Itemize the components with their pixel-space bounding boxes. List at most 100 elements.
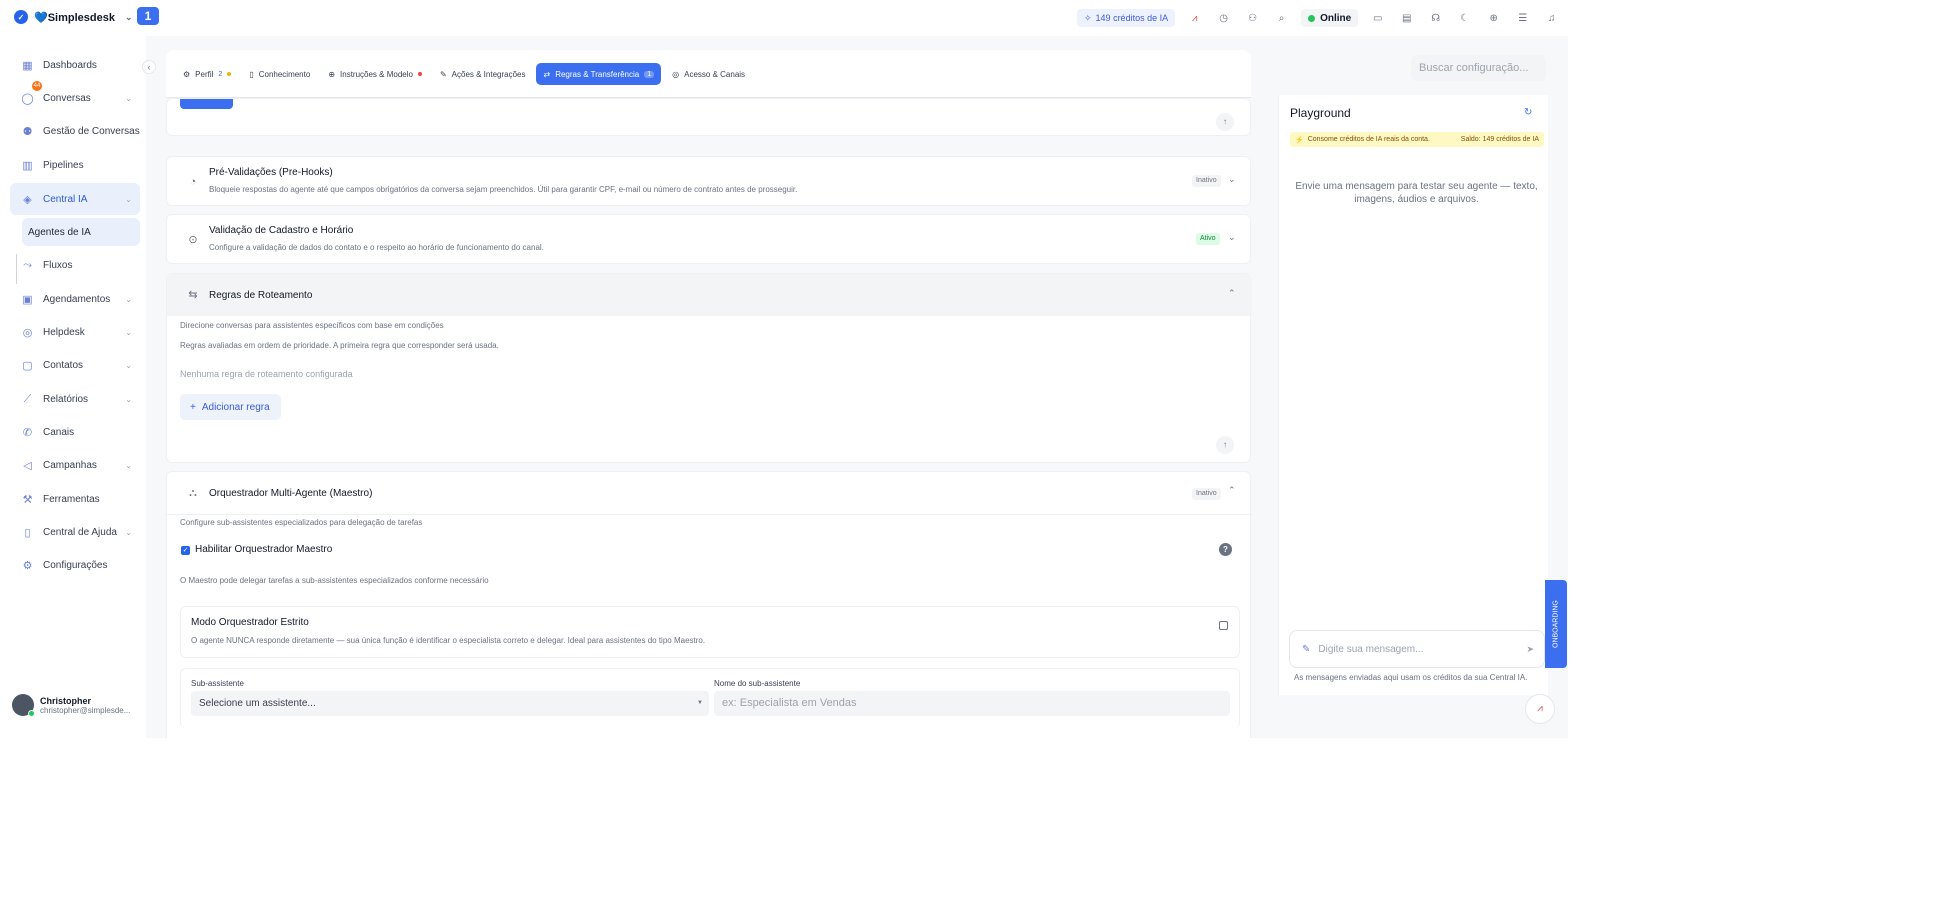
playground-footer: As mensagens enviadas aqui usam os crédi… xyxy=(1294,673,1528,682)
sidebar-item-agentes-ia[interactable]: Agentes de IA xyxy=(22,218,140,246)
chevron-down-icon[interactable]: ⌄ xyxy=(1228,232,1236,243)
moon-icon[interactable]: ☾ xyxy=(1455,9,1474,27)
onboarding-side-tab[interactable]: ONBOARDING xyxy=(1545,580,1567,668)
scroll-top-icon[interactable]: ↑ xyxy=(1216,436,1234,454)
team-icon[interactable]: ⚇ xyxy=(1243,9,1262,27)
chat-icon: ◯ xyxy=(21,92,34,105)
sidebar-item-dashboards[interactable]: ▦ Dashboards xyxy=(10,51,140,79)
tasks-icon[interactable]: ☰ xyxy=(1513,9,1532,27)
section-description: Configure a validação de dados do contat… xyxy=(209,243,544,252)
scroll-top-icon[interactable]: ↑ xyxy=(1216,113,1234,131)
sidebar-item-configuracoes[interactable]: ⚙ Configurações xyxy=(10,551,140,579)
settings-content: ↑ ◔ Pré-Validações (Pre-Hooks) Bloqueie … xyxy=(166,98,1252,738)
wrench-icon: ✎ xyxy=(439,69,447,79)
routing-description: Direcione conversas para assistentes esp… xyxy=(180,321,444,330)
section-title: Orquestrador Multi-Agente (Maestro) xyxy=(209,488,373,499)
headset-icon[interactable]: ☊ xyxy=(1426,9,1445,27)
sidebar-item-ferramentas[interactable]: ⚒ Ferramentas xyxy=(10,485,140,513)
sidebar-item-conversas[interactable]: ◯ 44 Conversas ⌄ xyxy=(10,81,140,112)
routing-header[interactable]: ⇆ Regras de Roteamento ⌃ xyxy=(167,274,1252,316)
user-profile[interactable]: Christopher christopher@simplesde... xyxy=(12,694,130,717)
globe-icon[interactable]: ⊕ xyxy=(1484,9,1503,27)
chevron-up-icon[interactable]: ⌃ xyxy=(1228,288,1236,299)
sub-assistant-select[interactable]: Selecione um assistente... ▼ xyxy=(191,691,709,716)
chevron-up-icon[interactable]: ⌃ xyxy=(1228,485,1236,496)
add-rule-label: Adicionar regra xyxy=(201,401,270,413)
plus-icon: + xyxy=(190,401,196,413)
search-config-input[interactable]: Buscar configuração... xyxy=(1411,55,1546,81)
tab-acesso-canais[interactable]: ◎ Acesso & Canais xyxy=(665,63,752,85)
add-rule-button[interactable]: + Adicionar regra xyxy=(180,394,281,420)
calendar-icon: ▣ xyxy=(22,293,33,306)
sidebar: ▦ Dashboards ◯ 44 Conversas ⌄ ⚉ Gestão de Con… xyxy=(0,36,146,738)
stats-fab-icon[interactable]: ⩘ xyxy=(1525,694,1555,724)
tab-regras-transferencia[interactable]: ⇄ Regras & Transferência 1 xyxy=(536,63,662,85)
stats-icon[interactable]: ⩘ xyxy=(1185,9,1204,27)
playground-message-input[interactable]: ✎ Digite sua mensagem... ➤ xyxy=(1289,630,1545,668)
refresh-icon[interactable]: ↻ xyxy=(1524,107,1532,118)
sidebar-item-gestao-conversas[interactable]: ⚉ Gestão de Conversas xyxy=(10,117,140,145)
sidebar-item-agendamentos[interactable]: ▣ Agendamentos ⌄ xyxy=(10,285,140,313)
search-icon[interactable]: ⌕ xyxy=(1272,9,1291,27)
brand-name: 💙Simplesdesk xyxy=(34,11,115,24)
sub-assistant-value: Selecione um assistente... xyxy=(199,698,316,709)
message-icon[interactable]: ▭ xyxy=(1368,9,1387,27)
sidebar-item-relatorios[interactable]: ⟋ Relatórios ⌄ xyxy=(10,385,140,413)
sidebar-item-campanhas[interactable]: ◁ Campanhas ⌄ xyxy=(10,451,140,479)
sidebar-item-label: Central de Ajuda xyxy=(43,526,117,538)
lock-icon: ◎ xyxy=(672,69,680,79)
sidebar-item-central-ia[interactable]: ◈ Central IA ⌄ xyxy=(10,183,140,215)
send-icon[interactable]: ➤ xyxy=(1526,644,1534,655)
sidebar-item-pipelines[interactable]: ▥ Pipelines xyxy=(10,151,140,179)
strict-mode-checkbox[interactable] xyxy=(1219,621,1228,630)
alert-dot-icon xyxy=(417,72,422,76)
phone-icon: ✆ xyxy=(22,426,33,439)
collapse-sidebar-icon[interactable]: ‹ xyxy=(142,60,156,74)
sidebar-item-label: Agendamentos xyxy=(43,293,111,305)
tab-instrucoes[interactable]: ⊕ Instruções & Modelo xyxy=(321,63,429,85)
sidebar-item-label: Fluxos xyxy=(43,259,73,271)
ai-credits-pill[interactable]: ✧ 149 créditos de IA xyxy=(1077,9,1176,27)
gear-icon: ⚙ xyxy=(183,69,191,79)
ai-icon: ◈ xyxy=(23,193,32,206)
status-toggle[interactable]: Online xyxy=(1301,9,1359,27)
sidebar-item-label: Contatos xyxy=(43,359,84,371)
help-icon[interactable]: ? xyxy=(1219,543,1232,556)
bell-icon[interactable]: ♫ xyxy=(1542,9,1561,27)
tools-icon: ⚒ xyxy=(22,493,33,506)
chevron-down-icon: ⌄ xyxy=(125,527,132,537)
section-title: Regras de Roteamento xyxy=(209,290,313,301)
validation-section[interactable]: ⊙ Validação de Cadastro e Horário Config… xyxy=(166,214,1251,264)
update-button[interactable] xyxy=(180,99,233,109)
tab-label: Perfil xyxy=(195,69,214,79)
chevron-down-icon: ⌄ xyxy=(125,294,132,304)
clock-icon[interactable]: ◷ xyxy=(1214,9,1233,27)
tab-perfil[interactable]: ⚙ Perfil 2 xyxy=(176,63,238,85)
chevron-down-icon[interactable]: ⌄ xyxy=(1228,174,1236,185)
sidebar-item-canais[interactable]: ✆ Canais xyxy=(10,418,140,446)
workspace-switcher[interactable]: ✓ 💙Simplesdesk ⌄ xyxy=(14,10,133,24)
unread-badge: 44 xyxy=(32,81,42,91)
maestro-section: ⛬ Orquestrador Multi-Agente (Maestro) In… xyxy=(166,471,1252,738)
section-title: Validação de Cadastro e Horário xyxy=(209,225,354,236)
sidebar-item-helpdesk[interactable]: ◎ Helpdesk ⌄ xyxy=(10,318,140,346)
tab-acoes[interactable]: ✎ Ações & Integrações xyxy=(433,63,533,85)
sidebar-item-central-ajuda[interactable]: ▯ Central de Ajuda ⌄ xyxy=(10,518,140,546)
prehooks-section[interactable]: ◔ Pré-Validações (Pre-Hooks) Bloqueie re… xyxy=(166,156,1251,206)
archive-icon[interactable]: ▤ xyxy=(1397,9,1416,27)
attach-icon[interactable]: ✎ xyxy=(1302,644,1310,655)
tab-conhecimento[interactable]: ▯ Conhecimento xyxy=(242,63,317,85)
tab-count: 2 xyxy=(218,70,223,78)
tabs: ⚙ Perfil 2 ▯ Conhecimento ⊕ Instruções & Mod… xyxy=(176,63,752,85)
divider xyxy=(167,514,1252,515)
sidebar-item-label: Campanhas xyxy=(43,459,97,471)
sidebar-item-label: Conversas xyxy=(43,92,91,104)
sub-assistant-name-input[interactable]: ex: Especialista em Vendas xyxy=(714,691,1230,716)
enable-maestro-checkbox[interactable]: ✓ xyxy=(181,546,190,555)
sidebar-item-contatos[interactable]: ▢ Contatos ⌄ xyxy=(10,351,140,379)
playground-empty-state: Envie uma mensagem para testar seu agent… xyxy=(1295,181,1538,205)
tab-number-badge[interactable]: 1 xyxy=(137,7,159,25)
flow-icon: ⤳ xyxy=(23,258,32,271)
tab-label: Acesso & Canais xyxy=(684,69,746,79)
sidebar-item-fluxos[interactable]: ⤳ Fluxos xyxy=(10,251,140,279)
